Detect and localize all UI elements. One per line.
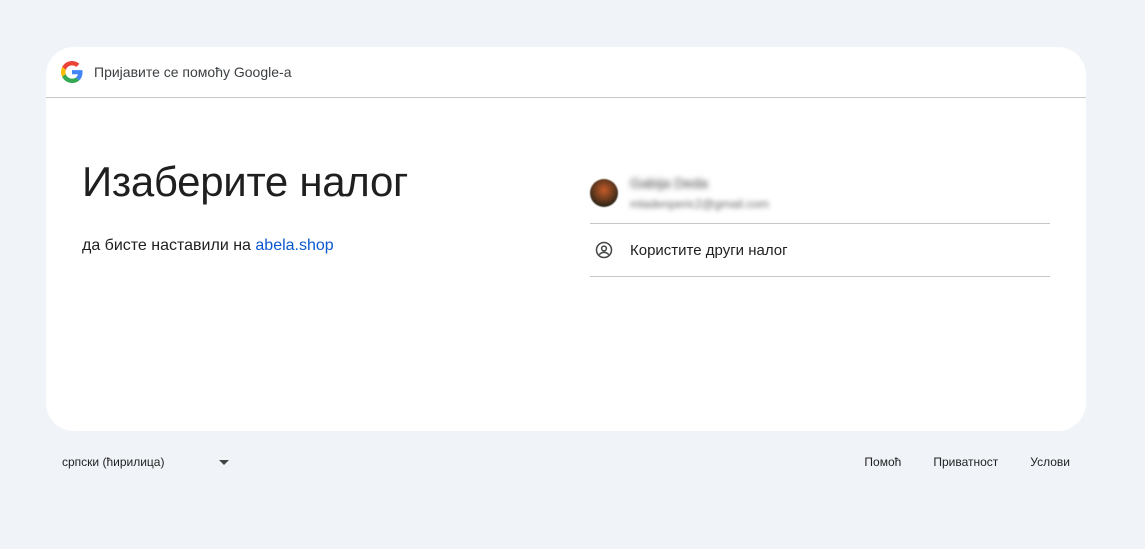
- subtitle-text: да бисте наставили на: [82, 237, 256, 254]
- privacy-link[interactable]: Приватност: [933, 455, 998, 469]
- header-title: Пријавите се помоћу Google-а: [94, 64, 292, 80]
- terms-link[interactable]: Услови: [1030, 455, 1070, 469]
- account-details: Gabija Deda mladenperic2@gmail.com: [630, 175, 769, 211]
- page-title: Изаберите налог: [82, 158, 409, 205]
- left-panel: Изаберите налог да бисте наставили на ab…: [82, 157, 408, 255]
- use-another-account-button[interactable]: Користите други налог: [590, 224, 1050, 277]
- account-list: Gabija Deda mladenperic2@gmail.com Корис…: [590, 162, 1050, 277]
- card-header: Пријавите се помоћу Google-а: [46, 47, 1086, 98]
- account-item[interactable]: Gabija Deda mladenperic2@gmail.com: [590, 162, 1050, 224]
- help-link[interactable]: Помоћ: [864, 455, 901, 469]
- subtitle: да бисте наставили на abela.shop: [82, 237, 408, 255]
- account-email: mladenperic2@gmail.com: [630, 196, 769, 211]
- signin-card: Пријавите се помоћу Google-а Изаберите н…: [46, 47, 1086, 431]
- account-name: Gabija Deda: [630, 174, 708, 191]
- footer-links: Помоћ Приватност Услови: [864, 455, 1070, 469]
- footer: српски (ћирилица) Помоћ Приватност Услов…: [0, 455, 1145, 471]
- account-circle-icon: [595, 241, 613, 259]
- dropdown-caret-icon[interactable]: [219, 460, 229, 465]
- use-another-account-label: Користите други налог: [630, 241, 788, 259]
- site-link[interactable]: abela.shop: [255, 237, 333, 254]
- language-selector[interactable]: српски (ћирилица): [62, 455, 164, 469]
- language-label: српски (ћирилица): [62, 455, 165, 469]
- avatar: [590, 178, 618, 207]
- google-g-icon: [61, 61, 83, 83]
